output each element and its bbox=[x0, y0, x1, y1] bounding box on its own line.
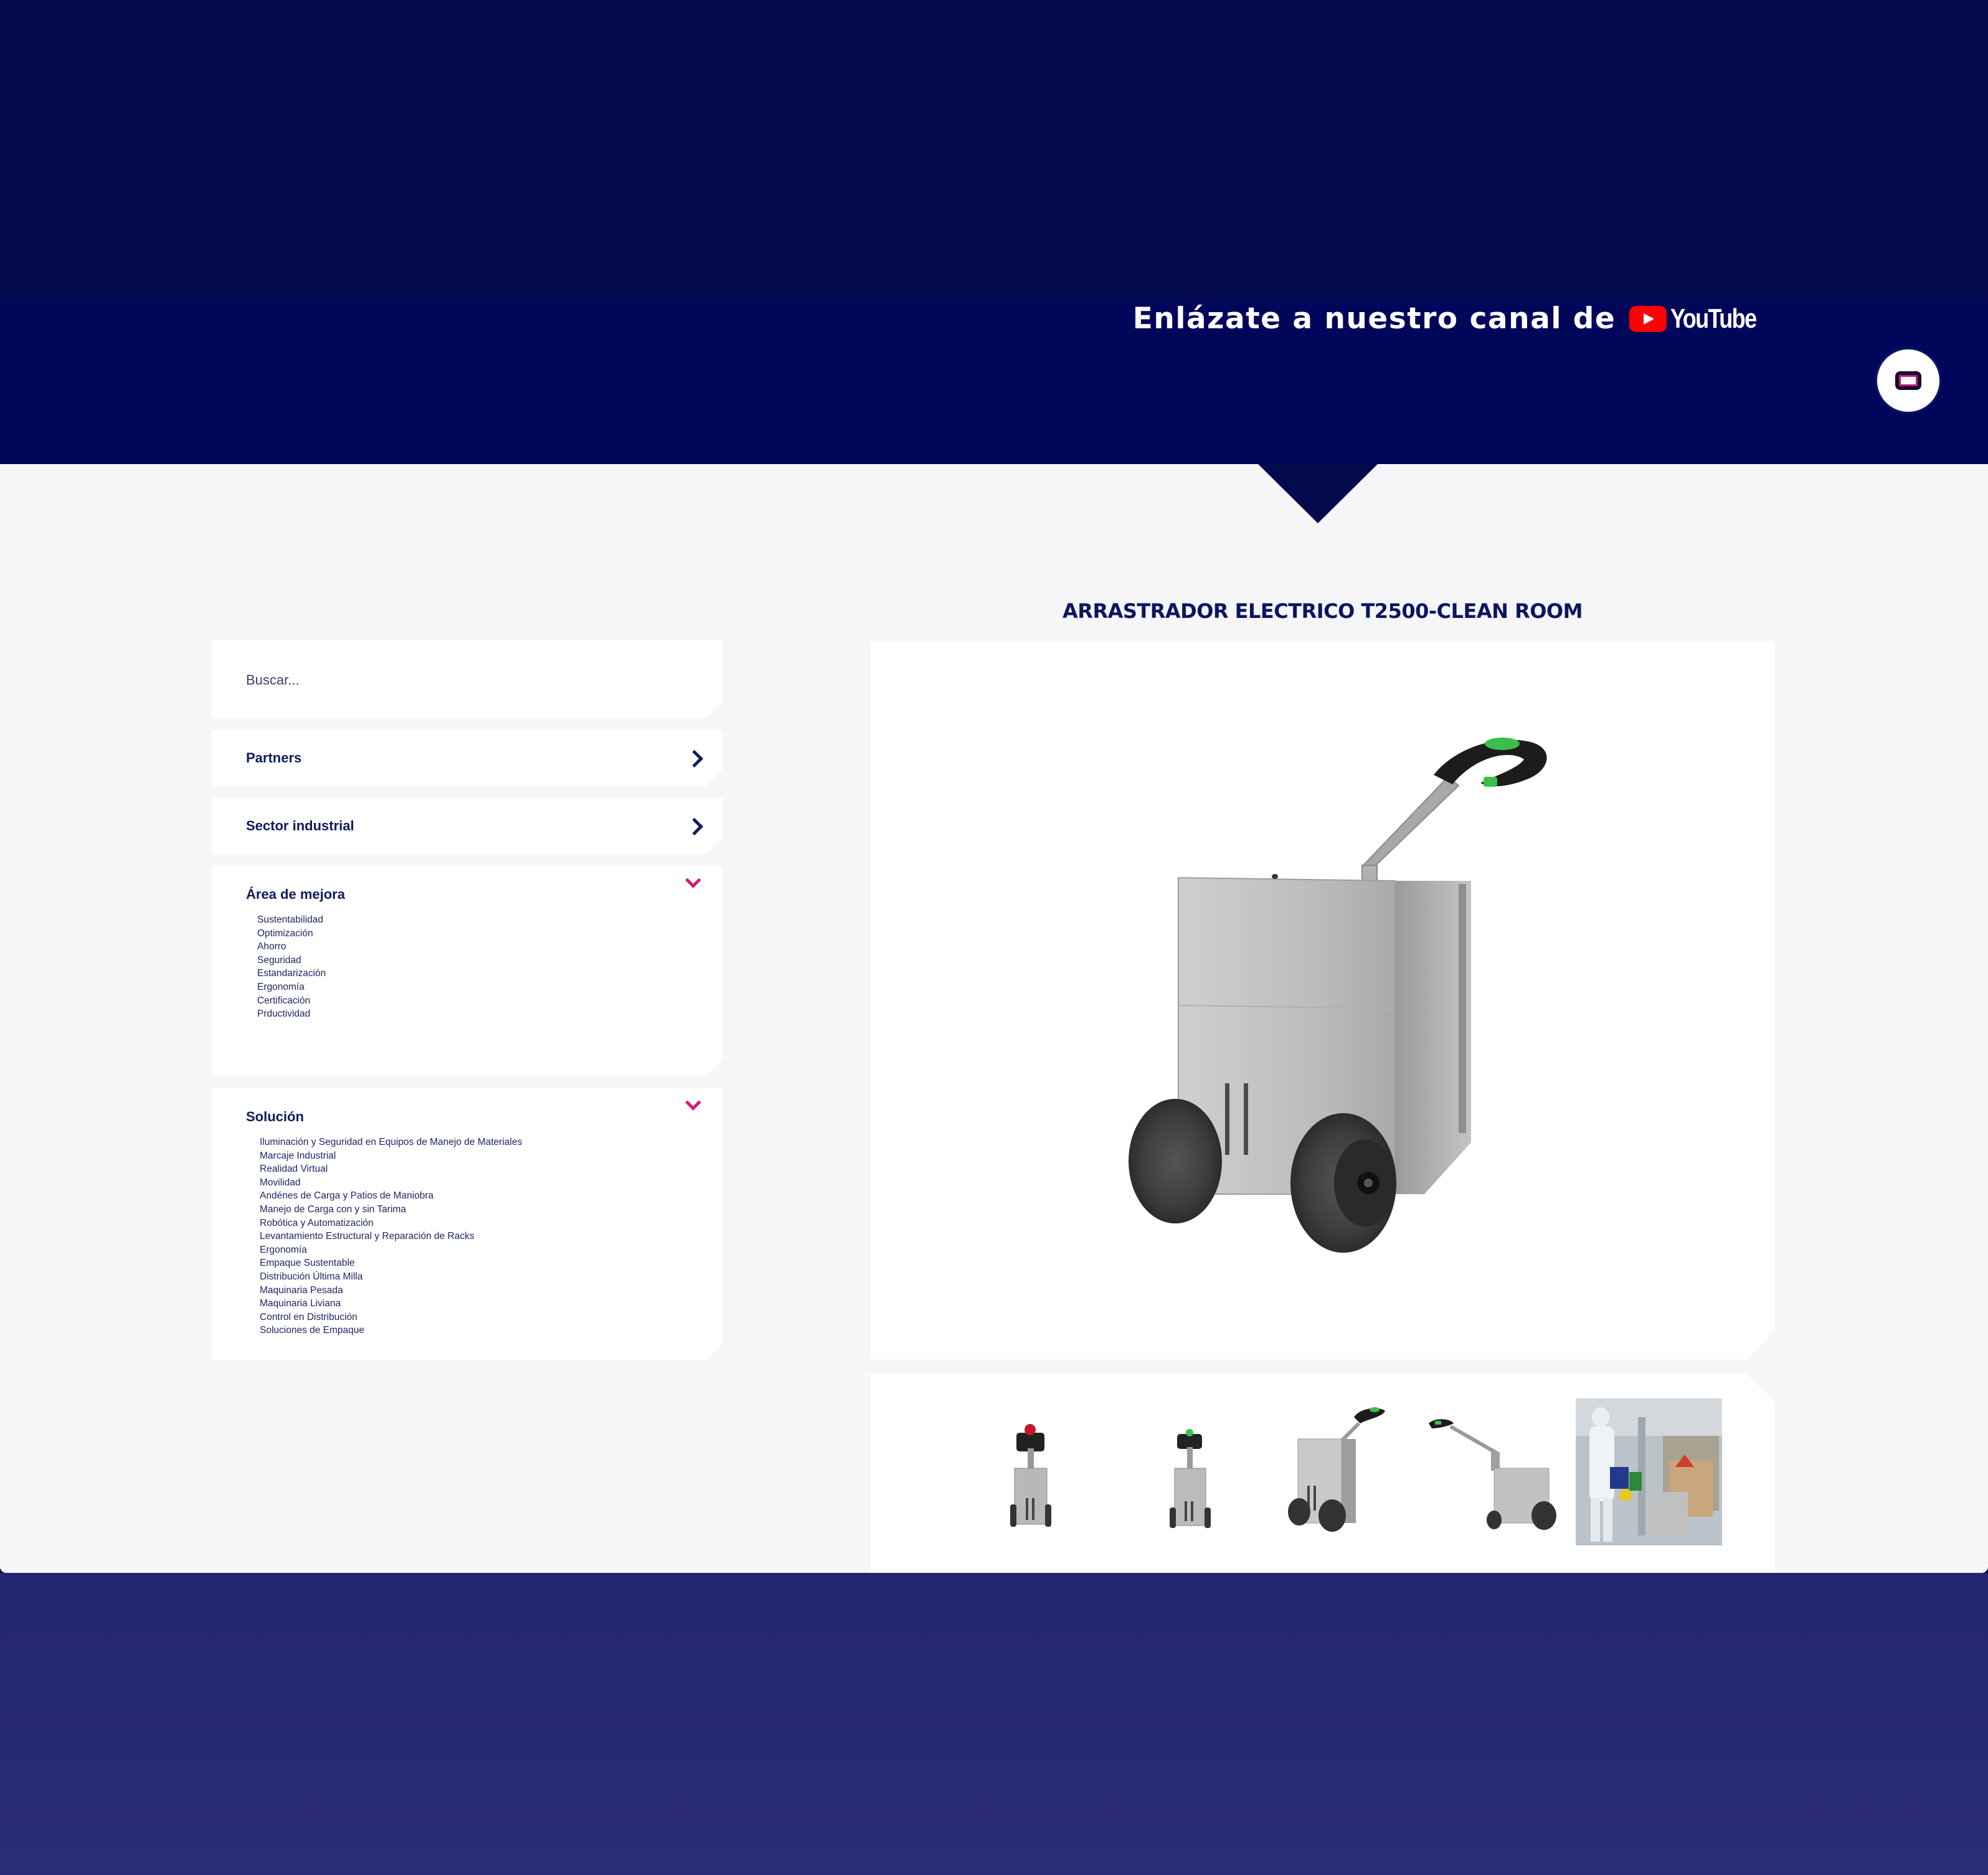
chevron-down-icon[interactable] bbox=[685, 1094, 701, 1110]
filter-area-de-mejora: Área de mejora Sustentabilidad Optimizac… bbox=[212, 866, 722, 1076]
product-main-image[interactable] bbox=[870, 641, 1775, 1359]
solucion-option[interactable]: Empaque Sustentable bbox=[260, 1256, 522, 1270]
chat-icon bbox=[1895, 371, 1921, 390]
chevron-down-icon[interactable] bbox=[685, 872, 701, 888]
area-option[interactable]: Prductividad bbox=[257, 1007, 326, 1021]
product-thumbnail-strip bbox=[870, 1374, 1775, 1572]
filter-area-label[interactable]: Área de mejora bbox=[246, 886, 345, 903]
filter-solucion-label[interactable]: Solución bbox=[246, 1109, 304, 1125]
solucion-option[interactable]: Distribución Última Milla bbox=[260, 1270, 522, 1284]
filter-sector-industrial[interactable]: Sector industrial bbox=[212, 798, 722, 854]
area-option[interactable]: Sustentabilidad bbox=[257, 913, 326, 927]
solucion-option[interactable]: Manejo de Carga con y sin Tarima bbox=[260, 1203, 522, 1217]
chat-button[interactable] bbox=[1875, 348, 1941, 414]
youtube-banner-text: Enlázate a nuestro canal de bbox=[1132, 301, 1616, 336]
solucion-option[interactable]: Ergonomía bbox=[260, 1243, 522, 1257]
solucion-options-list: Iluminación y Seguridad en Equipos de Ma… bbox=[260, 1136, 522, 1337]
product-main-image-panel bbox=[870, 641, 1775, 1359]
area-option[interactable]: Optimización bbox=[257, 927, 326, 941]
filter-partners[interactable]: Partners bbox=[212, 730, 722, 786]
solucion-option[interactable]: Soluciones de Empaque bbox=[260, 1324, 522, 1337]
chevron-right-icon[interactable] bbox=[686, 818, 703, 835]
area-option[interactable]: Ahorro bbox=[257, 940, 326, 954]
header-pointer-notch bbox=[1258, 464, 1378, 523]
solucion-option[interactable]: Maquinaria Pesada bbox=[260, 1284, 522, 1298]
youtube-wordmark: YouTube bbox=[1670, 303, 1757, 334]
solucion-option[interactable]: Movilidad bbox=[260, 1176, 522, 1190]
solucion-option[interactable]: Iluminación y Seguridad en Equipos de Ma… bbox=[260, 1136, 522, 1149]
youtube-channel-link[interactable]: Enlázate a nuestro canal de YouTube bbox=[1133, 301, 1775, 336]
search-input[interactable] bbox=[246, 668, 670, 693]
chevron-right-icon[interactable] bbox=[686, 750, 703, 767]
solucion-option[interactable]: Maquinaria Liviana bbox=[260, 1297, 522, 1311]
youtube-logo: YouTube bbox=[1629, 303, 1775, 335]
solucion-option[interactable]: Control en Distribución bbox=[260, 1311, 522, 1324]
filter-partners-label: Partners bbox=[246, 750, 302, 766]
product-thumbnail-three-quarter[interactable] bbox=[1261, 1398, 1407, 1545]
solucion-option[interactable]: Marcaje Industrial bbox=[260, 1149, 522, 1163]
filter-sector-label: Sector industrial bbox=[246, 818, 354, 833]
area-option[interactable]: Ergonomía bbox=[257, 980, 326, 994]
search-panel bbox=[212, 640, 722, 718]
product-thumbnail-front[interactable] bbox=[957, 1398, 1104, 1545]
product-thumbnail-in-use-photo[interactable] bbox=[1576, 1398, 1722, 1545]
product-thumbnail-side[interactable] bbox=[1422, 1398, 1569, 1545]
site-footer bbox=[0, 1573, 1988, 1875]
area-option[interactable]: Estandarización bbox=[257, 967, 326, 980]
area-option[interactable]: Seguridad bbox=[257, 954, 326, 967]
product-thumbnail-front-narrow[interactable] bbox=[1117, 1398, 1264, 1545]
solucion-option[interactable]: Robótica y Automatización bbox=[260, 1217, 522, 1230]
youtube-play-icon bbox=[1629, 305, 1667, 332]
area-options-list: Sustentabilidad Optimización Ahorro Segu… bbox=[257, 913, 326, 1021]
solucion-option[interactable]: Realidad Virtual bbox=[260, 1162, 522, 1176]
area-option[interactable]: Certificación bbox=[257, 994, 326, 1008]
filter-solucion: Solución Iluminación y Seguridad en Equi… bbox=[212, 1088, 722, 1360]
solucion-option[interactable]: Levantamiento Estructural y Reparación d… bbox=[260, 1230, 522, 1243]
site-header: Enlázate a nuestro canal de YouTube bbox=[0, 0, 1988, 464]
solucion-option[interactable]: Andénes de Carga y Patios de Maniobra bbox=[260, 1189, 522, 1203]
product-title: ARRASTRADOR ELECTRICO T2500-CLEAN ROOM bbox=[1063, 599, 1583, 623]
